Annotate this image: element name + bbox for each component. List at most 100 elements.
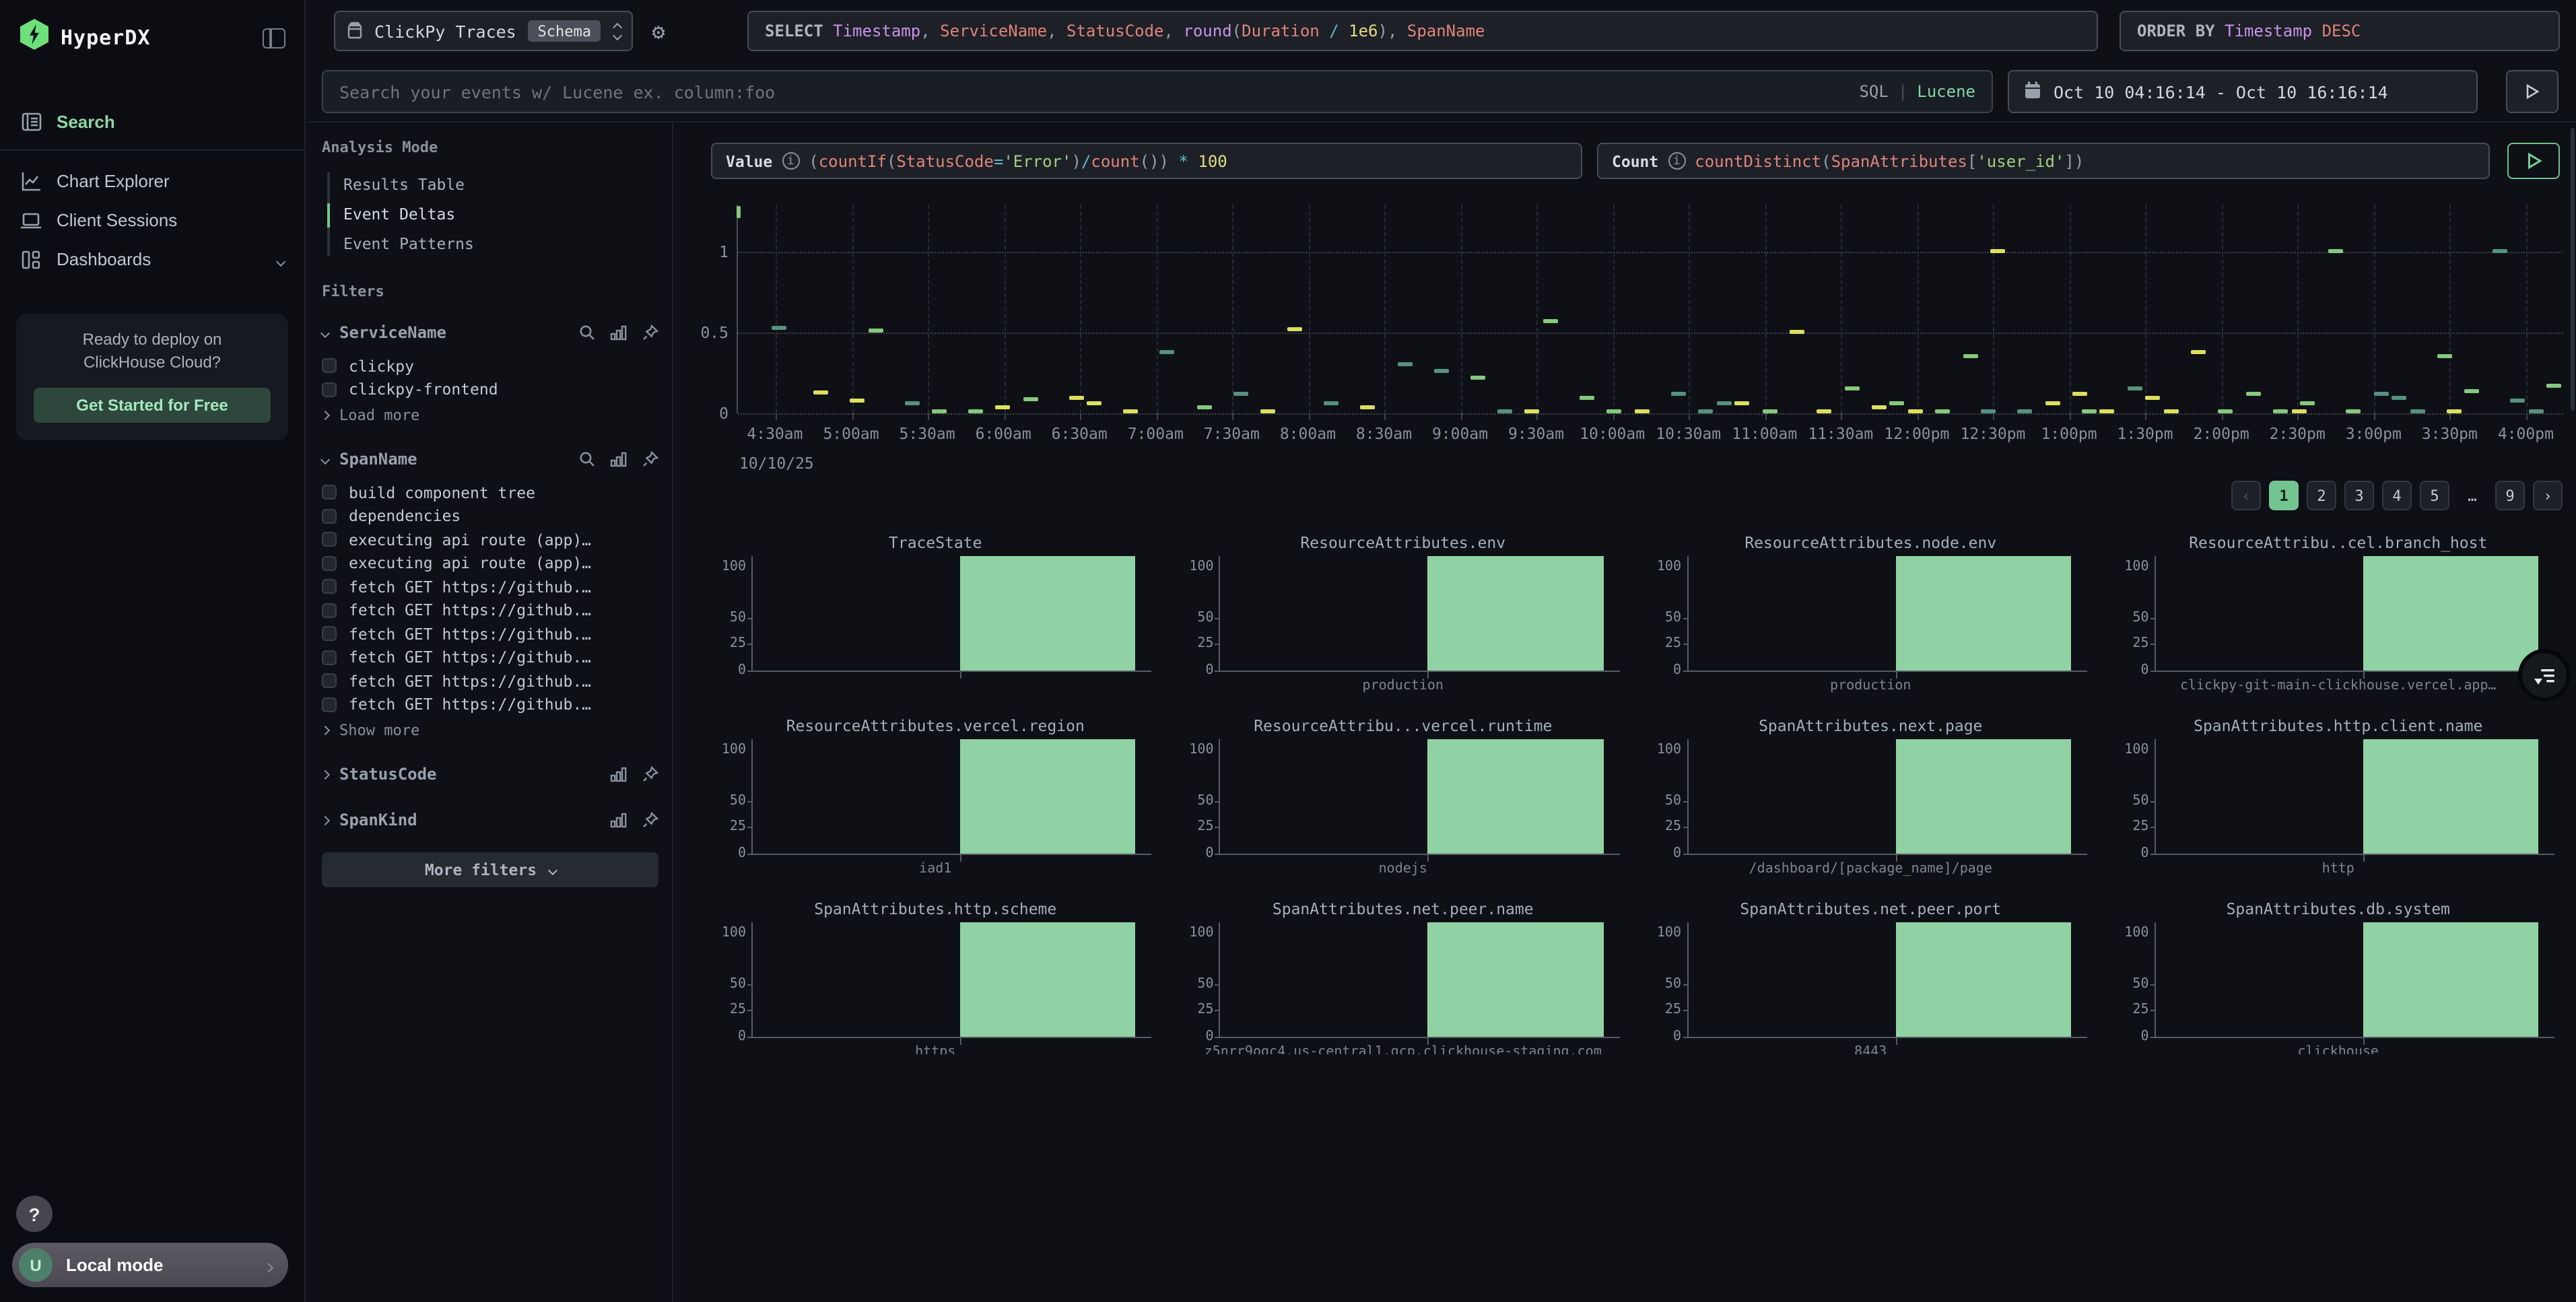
data-mark[interactable] bbox=[1844, 387, 1859, 391]
data-mark[interactable] bbox=[932, 410, 947, 414]
filter-group-spankind[interactable]: SpanKind bbox=[322, 807, 658, 833]
mini-chart[interactable]: ResourceAttributes.vercel.region10050250… bbox=[711, 716, 1160, 899]
data-mark[interactable] bbox=[2328, 250, 2342, 254]
data-mark[interactable] bbox=[2510, 399, 2525, 403]
data-mark[interactable] bbox=[2163, 410, 2178, 414]
bars-icon[interactable] bbox=[610, 451, 628, 467]
data-mark[interactable] bbox=[2465, 388, 2480, 392]
count-expression-input[interactable]: Count i countDistinct(SpanAttributes['us… bbox=[1597, 143, 2490, 179]
mini-chart[interactable]: SpanAttributes.net.peer.port100502508443 bbox=[1646, 899, 2095, 1054]
search-icon[interactable] bbox=[579, 451, 595, 467]
mini-chart[interactable]: SpanAttributes.http.client.name10050250h… bbox=[2114, 716, 2563, 899]
chart-plot-area[interactable]: 10.50 bbox=[737, 205, 2563, 413]
filter-option[interactable]: fetch GET https://github.… bbox=[322, 669, 658, 693]
mini-chart[interactable]: ResourceAttribu..cel.branch_host10050250… bbox=[2114, 533, 2563, 716]
data-mark[interactable] bbox=[772, 326, 786, 330]
sidebar-collapse-icon[interactable] bbox=[263, 28, 285, 48]
filter-group-servicename[interactable]: ServiceName bbox=[322, 319, 658, 346]
sidebar-item-client-sessions[interactable]: Client Sessions bbox=[0, 201, 304, 240]
sidebar-item-search[interactable]: Search bbox=[0, 102, 304, 141]
sql-toggle[interactable]: SQL bbox=[1859, 82, 1888, 101]
data-mark[interactable] bbox=[1790, 331, 1804, 335]
data-mark[interactable] bbox=[904, 402, 919, 406]
bar[interactable] bbox=[1895, 556, 2071, 671]
filter-option[interactable]: fetch GET https://github.… bbox=[322, 622, 658, 646]
date-range-picker[interactable]: Oct 10 04:16:14 - Oct 10 16:16:14 bbox=[2008, 70, 2478, 113]
bar[interactable] bbox=[1428, 556, 1604, 671]
local-mode-menu[interactable]: U Local mode bbox=[12, 1243, 288, 1287]
run-query-button[interactable] bbox=[2506, 70, 2558, 113]
data-mark[interactable] bbox=[1735, 402, 1750, 406]
data-mark[interactable] bbox=[1260, 410, 1275, 414]
bar[interactable] bbox=[1428, 922, 1604, 1037]
checkbox[interactable] bbox=[322, 650, 337, 665]
sidebar-item-dashboards[interactable]: Dashboards bbox=[0, 240, 304, 279]
data-mark[interactable] bbox=[2127, 387, 2142, 391]
data-mark[interactable] bbox=[2410, 410, 2425, 414]
data-mark[interactable] bbox=[1087, 402, 1101, 406]
order-by-input[interactable]: ORDER BY Timestamp DESC bbox=[2120, 11, 2560, 51]
data-mark[interactable] bbox=[1580, 395, 1594, 399]
show-more-button[interactable]: Show more bbox=[322, 719, 658, 742]
data-mark[interactable] bbox=[2081, 410, 2096, 414]
scrollbar[interactable] bbox=[2571, 128, 2575, 411]
data-mark[interactable] bbox=[1160, 350, 1175, 354]
checkbox[interactable] bbox=[322, 359, 337, 374]
run-metrics-button[interactable] bbox=[2507, 143, 2560, 179]
data-mark[interactable] bbox=[850, 399, 865, 403]
data-mark[interactable] bbox=[2373, 392, 2388, 396]
data-mark[interactable] bbox=[1124, 410, 1139, 414]
bars-icon[interactable] bbox=[610, 766, 628, 782]
bar[interactable] bbox=[960, 556, 1136, 671]
data-mark[interactable] bbox=[1762, 410, 1777, 414]
filter-option[interactable]: clickpy-frontend bbox=[322, 378, 658, 401]
page-button-2[interactable]: 2 bbox=[2307, 481, 2336, 510]
data-mark[interactable] bbox=[1288, 327, 1303, 331]
lucene-toggle[interactable]: Lucene bbox=[1917, 82, 1975, 101]
analysis-mode-event-deltas[interactable]: Event Deltas bbox=[343, 199, 658, 229]
checkbox[interactable] bbox=[322, 580, 337, 594]
data-mark[interactable] bbox=[1698, 410, 1713, 414]
pin-icon[interactable] bbox=[642, 451, 658, 467]
prev-page-button[interactable]: ‹ bbox=[2231, 481, 2261, 510]
schema-badge[interactable]: Schema bbox=[529, 20, 601, 42]
filter-option[interactable]: dependencies bbox=[322, 504, 658, 528]
checkbox[interactable] bbox=[322, 627, 337, 642]
data-mark[interactable] bbox=[2045, 402, 2060, 406]
checkbox[interactable] bbox=[322, 533, 337, 547]
mini-chart[interactable]: SpanAttributes.db.system10050250clickhou… bbox=[2114, 899, 2563, 1054]
data-mark[interactable] bbox=[968, 410, 983, 414]
data-mark[interactable] bbox=[2191, 350, 2206, 354]
data-mark[interactable] bbox=[2546, 384, 2561, 388]
data-mark[interactable] bbox=[1023, 397, 1038, 401]
source-select[interactable]: ClickPy Traces Schema bbox=[334, 11, 633, 51]
mini-chart[interactable]: SpanAttributes.http.scheme10050250https bbox=[711, 899, 1160, 1054]
checkbox[interactable] bbox=[322, 509, 337, 524]
data-mark[interactable] bbox=[2245, 392, 2260, 396]
value-expression-input[interactable]: Value i (countIf(StatusCode='Error')/cou… bbox=[711, 143, 1582, 179]
mini-chart[interactable]: SpanAttributes.next.page10050250/dashboa… bbox=[1646, 716, 2095, 899]
data-mark[interactable] bbox=[1470, 376, 1485, 380]
data-mark[interactable] bbox=[2273, 410, 2288, 414]
data-mark[interactable] bbox=[1543, 319, 1558, 323]
bars-icon[interactable] bbox=[610, 324, 628, 341]
page-button-3[interactable]: 3 bbox=[2344, 481, 2374, 510]
data-mark[interactable] bbox=[1196, 405, 1211, 409]
data-mark[interactable] bbox=[2301, 402, 2315, 406]
page-button-5[interactable]: 5 bbox=[2420, 481, 2449, 510]
checkbox[interactable] bbox=[322, 485, 337, 500]
filter-option[interactable]: fetch GET https://github.… bbox=[322, 693, 658, 716]
bar[interactable] bbox=[1895, 922, 2071, 1037]
data-mark[interactable] bbox=[996, 405, 1011, 409]
bar[interactable] bbox=[2363, 922, 2539, 1037]
data-mark[interactable] bbox=[2018, 410, 2033, 414]
search-input[interactable]: Search your events w/ Lucene ex. column:… bbox=[322, 70, 1993, 113]
mini-chart[interactable]: SpanAttributes.net.peer.name10050250z5nr… bbox=[1179, 899, 1628, 1054]
data-mark[interactable] bbox=[1497, 410, 1512, 414]
data-mark[interactable] bbox=[2291, 410, 2306, 414]
data-mark[interactable] bbox=[1069, 395, 1083, 399]
filter-option[interactable]: fetch GET https://github.… bbox=[322, 598, 658, 622]
pin-icon[interactable] bbox=[642, 766, 658, 782]
mini-chart[interactable]: ResourceAttributes.node.env10050250produ… bbox=[1646, 533, 2095, 716]
get-started-button[interactable]: Get Started for Free bbox=[34, 388, 271, 423]
